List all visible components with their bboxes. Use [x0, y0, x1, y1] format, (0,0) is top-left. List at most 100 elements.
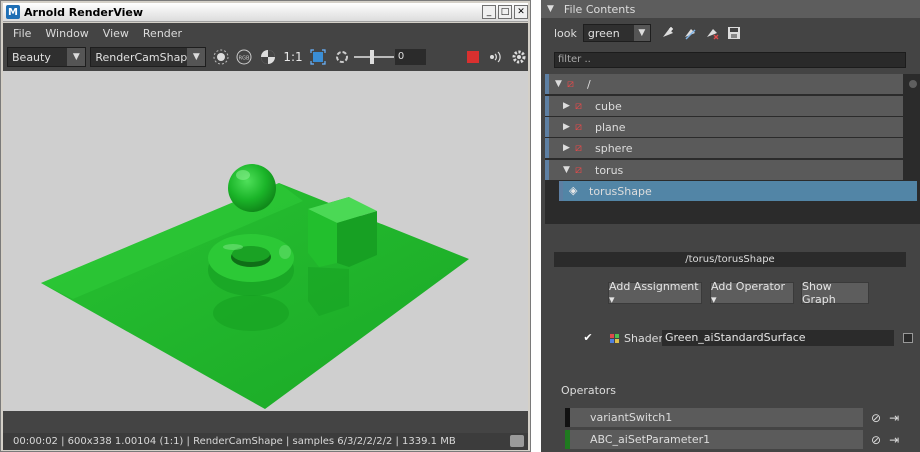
tree-label: plane [595, 120, 626, 134]
transform-icon: ⧄ [567, 77, 574, 90]
menu-view[interactable]: View [103, 27, 129, 40]
tree-row-root[interactable]: ▼ ⧄ / [545, 74, 903, 94]
tree-label: torusShape [589, 184, 652, 198]
operators-label: Operators [561, 384, 616, 397]
window-titlebar[interactable]: M Arnold RenderView _ □ ✕ [3, 3, 528, 22]
refresh-icon[interactable] [333, 48, 350, 66]
save-icon[interactable] [725, 24, 743, 42]
operator-row-abc-setparameter[interactable]: ABC_aiSetParameter1 [565, 430, 863, 449]
sun-icon[interactable] [212, 48, 229, 66]
collapse-triangle-icon[interactable]: ▼ [547, 4, 554, 14]
transform-icon: ⧄ [575, 120, 582, 133]
channel-icon[interactable] [259, 48, 276, 66]
expand-arrow-icon[interactable]: ▼ [555, 79, 567, 89]
shader-icon [610, 333, 619, 343]
menubar: File Window View Render [3, 23, 528, 44]
tree-row-cube[interactable]: ▶ ⧄ cube [545, 96, 903, 116]
tree-label: sphere [595, 141, 633, 155]
filter-input[interactable]: filter .. [554, 52, 906, 68]
status-bar: 00:00:02 | 600x338 1.00104 (1:1) | Rende… [3, 433, 528, 450]
expand-arrow-icon[interactable]: ▶ [563, 143, 575, 153]
shader-label: Shader [624, 331, 663, 345]
crop-region-icon[interactable] [310, 48, 327, 66]
tree-row-sphere[interactable]: ▶ ⧄ sphere [545, 138, 903, 158]
transform-icon: ⧄ [575, 163, 582, 176]
svg-text:RGB: RGB [239, 56, 250, 62]
remove-look-icon[interactable] [703, 24, 721, 42]
operator-row-variantswitch[interactable]: variantSwitch1 [565, 408, 863, 427]
operator-color-bar [565, 430, 570, 449]
expand-arrow-icon[interactable]: ▶ [563, 101, 575, 111]
edit-look-icon[interactable] [681, 24, 699, 42]
green-sphere [228, 164, 276, 212]
shader-value-field[interactable]: Green_aiStandardSurface [662, 330, 894, 346]
exposure-slider-handle[interactable] [370, 50, 375, 64]
selected-path: /torus/torusShape [554, 252, 906, 267]
tree-label: / [587, 77, 591, 91]
tree-row-torus[interactable]: ▼ ⧄ torus [545, 160, 903, 180]
look-dropdown[interactable]: green ▼ [582, 24, 651, 42]
shader-connect-icon[interactable] [903, 333, 913, 343]
show-graph-button[interactable]: Show Graph [801, 280, 869, 306]
operator-name: variantSwitch1 [590, 411, 673, 424]
disable-icon[interactable]: ⊘ [871, 433, 881, 447]
maya-logo-icon: M [6, 5, 20, 19]
window-title: Arnold RenderView [24, 5, 144, 19]
tree-row-plane[interactable]: ▶ ⧄ plane [545, 117, 903, 137]
render-image [3, 71, 528, 411]
tree-label: torus [595, 163, 624, 177]
exposure-value-field[interactable]: 0 [394, 49, 426, 65]
transform-icon: ⧄ [575, 99, 582, 112]
rgb-icon[interactable]: RGB [236, 48, 253, 66]
select-node-icon[interactable]: ⇥ [889, 411, 899, 425]
operator-controls: ⊘ ⇥ [871, 430, 911, 449]
snapshot-icon[interactable] [510, 435, 524, 447]
chevron-down-icon: ▼ [633, 25, 650, 41]
green-torus [208, 234, 294, 296]
gear-icon[interactable] [511, 48, 528, 66]
render-status-text: 00:00:02 | 600x338 1.00104 (1:1) | Rende… [13, 436, 456, 447]
minimize-button[interactable]: _ [482, 5, 496, 19]
stop-render-icon[interactable] [464, 48, 481, 66]
operator-controls: ⊘ ⇥ [871, 408, 911, 427]
renderview-body: File Window View Render Beauty ▼ RenderC… [3, 23, 528, 450]
transform-icon: ⧄ [575, 141, 582, 154]
file-tree: ▼ ⧄ / ▶ ⧄ cube ▶ ⧄ plane ▶ ⧄ sphere ▼ ⧄ … [545, 74, 920, 224]
operator-color-bar [565, 408, 570, 427]
camera-dropdown[interactable]: RenderCamShape ▼ [90, 47, 207, 67]
speaker-icon[interactable] [487, 48, 504, 66]
exposure-slider[interactable] [354, 48, 395, 66]
aov-value: Beauty [12, 50, 51, 64]
file-contents-title: File Contents [563, 2, 636, 16]
tree-row-torusshape[interactable]: ◈ torusShape [559, 181, 917, 201]
renderview-toolbar: Beauty ▼ RenderCamShape ▼ RGB 1:1 0 [3, 45, 528, 69]
menu-file[interactable]: File [13, 27, 31, 40]
file-contents-panel: ▼ File Contents look green ▼ filter .. ▼… [541, 0, 920, 452]
tree-label: cube [595, 99, 622, 113]
ratio-label[interactable]: 1:1 [282, 48, 303, 66]
file-contents-header[interactable]: ▼ File Contents [541, 0, 920, 18]
visibility-dot-icon[interactable] [909, 80, 917, 88]
arnold-renderview-window: M Arnold RenderView _ □ ✕ File Window Vi… [0, 0, 531, 452]
shader-checkbox[interactable]: ✔ [582, 332, 594, 344]
select-node-icon[interactable]: ⇥ [889, 433, 899, 447]
add-operator-button[interactable]: Add Operator ▾ [710, 280, 794, 306]
add-look-icon[interactable] [659, 24, 677, 42]
menu-render[interactable]: Render [143, 27, 182, 40]
render-canvas[interactable] [3, 71, 528, 411]
camera-value: RenderCamShape [95, 50, 195, 64]
menu-window[interactable]: Window [45, 27, 88, 40]
expand-arrow-icon[interactable]: ▼ [563, 165, 575, 175]
close-button[interactable]: ✕ [514, 5, 528, 19]
add-assignment-button[interactable]: Add Assignment ▾ [608, 280, 702, 306]
maximize-button[interactable]: □ [498, 5, 512, 19]
aov-dropdown[interactable]: Beauty ▼ [7, 47, 87, 67]
look-value: green [587, 26, 620, 40]
disable-icon[interactable]: ⊘ [871, 411, 881, 425]
expand-arrow-icon[interactable]: ▶ [563, 122, 575, 132]
shape-icon: ◈ [569, 184, 578, 197]
chevron-down-icon: ▼ [187, 48, 206, 66]
look-row: look green ▼ [541, 22, 920, 44]
look-label: look [554, 26, 577, 40]
operator-name: ABC_aiSetParameter1 [590, 433, 711, 446]
